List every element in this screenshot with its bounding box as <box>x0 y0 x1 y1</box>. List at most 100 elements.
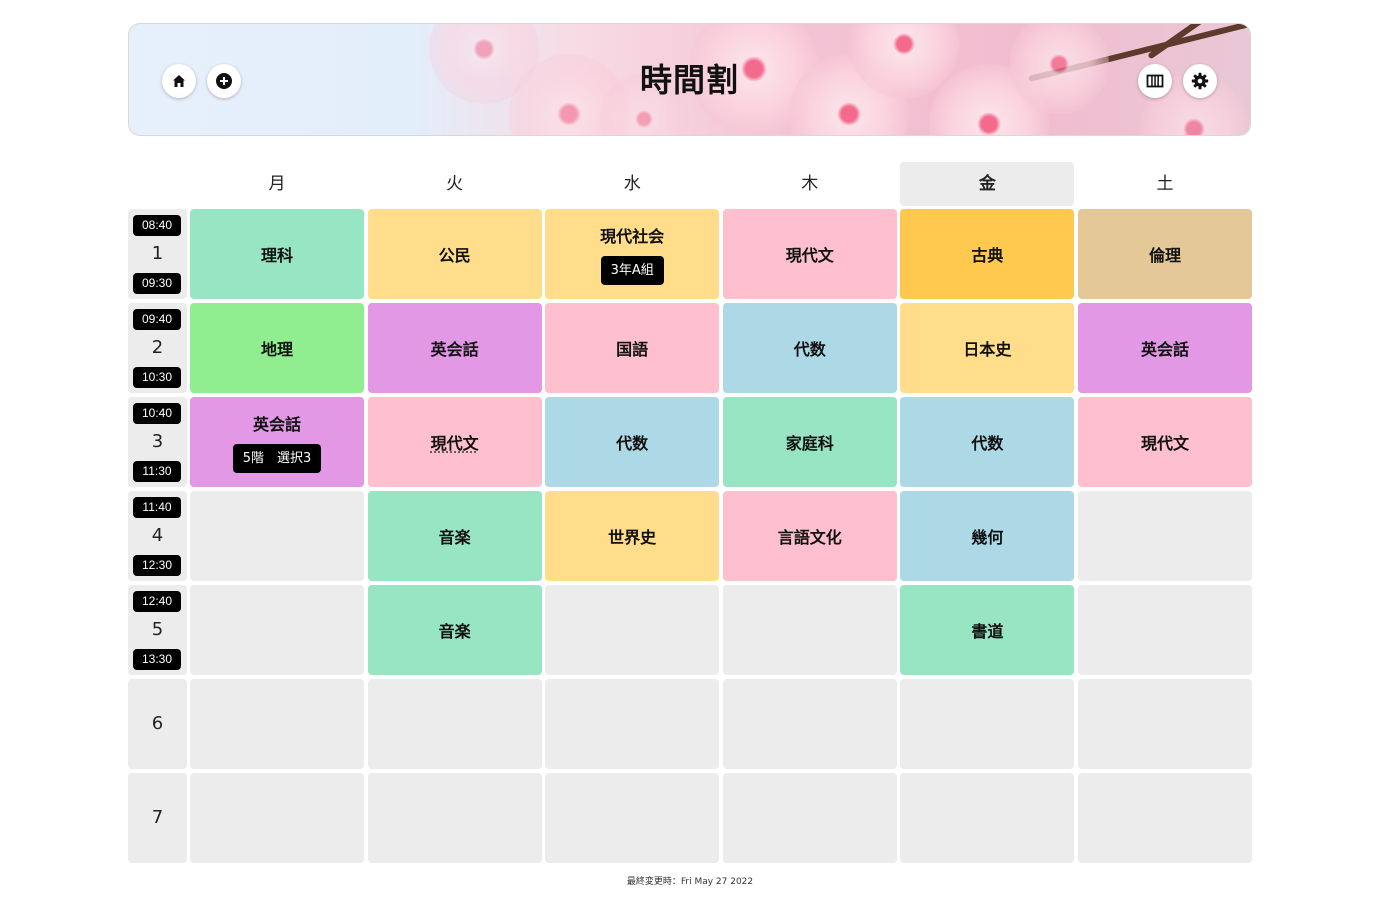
subject-name: 代数 <box>971 434 1004 453</box>
subject-name: 音楽 <box>438 528 471 547</box>
period-number: 5 <box>151 619 164 640</box>
plus-circle-icon <box>216 73 232 89</box>
class-cell[interactable]: 倫理 <box>1078 209 1252 299</box>
day-header-3: 木 <box>801 174 819 194</box>
day-header-4: 金 <box>900 162 1075 206</box>
subject-name: 言語文化 <box>777 528 842 547</box>
header-banner: 時間割 <box>128 23 1251 136</box>
home-button[interactable] <box>162 64 196 98</box>
period-number: 3 <box>151 431 164 452</box>
class-cell[interactable]: 英会話 <box>367 303 542 393</box>
class-cell[interactable]: 代数 <box>900 397 1075 487</box>
class-note-badge: 5階 選択3 <box>232 444 322 473</box>
add-button[interactable] <box>207 64 241 98</box>
class-cell[interactable] <box>722 679 897 769</box>
subject-name: 音楽 <box>438 622 471 641</box>
period-cell: 5 12:40 13:30 <box>128 585 187 675</box>
period-end-time: 09:30 <box>133 273 181 294</box>
class-cell[interactable] <box>1078 491 1252 581</box>
period-start-time: 10:40 <box>133 403 181 424</box>
subject-name: 代数 <box>616 434 649 453</box>
class-cell[interactable]: 音楽 <box>367 491 542 581</box>
period-start-time: 11:40 <box>133 497 181 518</box>
subject-name: 倫理 <box>1148 246 1181 265</box>
class-cell[interactable] <box>190 491 364 581</box>
day-header-1: 火 <box>446 174 464 194</box>
class-cell[interactable]: 代数 <box>545 397 720 487</box>
subject-name: 日本史 <box>963 340 1012 359</box>
subject-name: 古典 <box>971 246 1004 265</box>
last-modified-label: 最終変更時： <box>626 877 681 887</box>
class-cell[interactable]: 言語文化 <box>722 491 897 581</box>
class-cell[interactable] <box>190 773 364 863</box>
subject-name: 家庭科 <box>785 434 834 453</box>
period-number: 2 <box>151 337 164 358</box>
period-end-time: 11:30 <box>133 461 181 482</box>
day-header-2: 水 <box>623 174 641 194</box>
settings-button[interactable] <box>1183 64 1217 98</box>
class-cell[interactable]: 幾何 <box>900 491 1075 581</box>
last-modified: 最終変更時：Fri May 27 2022 <box>0 874 1380 887</box>
class-cell[interactable]: 現代文 <box>722 209 897 299</box>
class-cell[interactable] <box>900 773 1075 863</box>
class-cell[interactable]: 書道 <box>900 585 1075 675</box>
class-cell[interactable] <box>722 585 897 675</box>
class-cell[interactable]: 英会話 <box>1078 303 1252 393</box>
period-end-time: 13:30 <box>133 649 181 670</box>
class-note-badge: 3年A組 <box>600 256 664 285</box>
class-cell[interactable]: 英会話 5階 選択3 <box>190 397 364 487</box>
class-cell[interactable]: 家庭科 <box>722 397 897 487</box>
subject-name: 現代文 <box>785 246 834 265</box>
class-cell[interactable] <box>900 679 1075 769</box>
class-cell[interactable] <box>1078 585 1252 675</box>
class-cell[interactable]: 理科 <box>190 209 364 299</box>
period-cell: 4 11:40 12:30 <box>128 491 187 581</box>
period-start-time: 12:40 <box>133 591 181 612</box>
period-number: 6 <box>151 713 164 734</box>
period-cell: 2 09:40 10:30 <box>128 303 187 393</box>
class-cell[interactable] <box>367 679 542 769</box>
subject-name: 現代文 <box>1140 434 1189 453</box>
class-cell[interactable] <box>1078 773 1252 863</box>
period-cell: 6 <box>128 679 187 769</box>
class-cell[interactable]: 世界史 <box>545 491 720 581</box>
class-cell[interactable]: 国語 <box>545 303 720 393</box>
period-end-time: 12:30 <box>133 555 181 576</box>
subject-name: 現代社会 <box>600 227 665 246</box>
class-cell[interactable]: 代数 <box>722 303 897 393</box>
period-number: 1 <box>151 243 164 264</box>
subject-name: 英会話 <box>430 340 479 359</box>
class-cell[interactable]: 現代社会 3年A組 <box>545 209 720 299</box>
subject-name: 世界史 <box>608 528 657 547</box>
gear-icon <box>1191 72 1209 90</box>
class-cell[interactable]: 公民 <box>367 209 542 299</box>
period-number: 7 <box>151 807 164 828</box>
subject-name: 理科 <box>260 246 293 265</box>
period-cell: 1 08:40 09:30 <box>128 209 187 299</box>
home-icon <box>173 75 185 87</box>
class-cell[interactable] <box>545 585 720 675</box>
subject-name: 公民 <box>438 246 471 265</box>
class-cell[interactable]: 現代文 <box>367 397 542 487</box>
class-cell[interactable] <box>1078 679 1252 769</box>
period-start-time: 09:40 <box>133 309 181 330</box>
class-cell[interactable] <box>722 773 897 863</box>
class-cell[interactable] <box>190 679 364 769</box>
page-title: 時間割 <box>639 61 739 99</box>
class-cell[interactable]: 古典 <box>900 209 1075 299</box>
class-cell[interactable] <box>545 679 720 769</box>
class-cell[interactable]: 日本史 <box>900 303 1075 393</box>
class-cell[interactable] <box>190 585 364 675</box>
class-cell[interactable]: 現代文 <box>1078 397 1252 487</box>
class-cell[interactable] <box>367 773 542 863</box>
subject-name: 代数 <box>793 340 826 359</box>
class-cell[interactable]: 地理 <box>190 303 364 393</box>
subject-name: 現代文 <box>430 434 479 453</box>
period-start-time: 08:40 <box>133 215 181 236</box>
subject-name: 英会話 <box>1140 340 1189 359</box>
subject-name: 地理 <box>260 340 293 359</box>
class-cell[interactable]: 音楽 <box>367 585 542 675</box>
view-toggle-button[interactable] <box>1138 64 1172 98</box>
class-cell[interactable] <box>545 773 720 863</box>
columns-icon <box>1146 74 1164 88</box>
